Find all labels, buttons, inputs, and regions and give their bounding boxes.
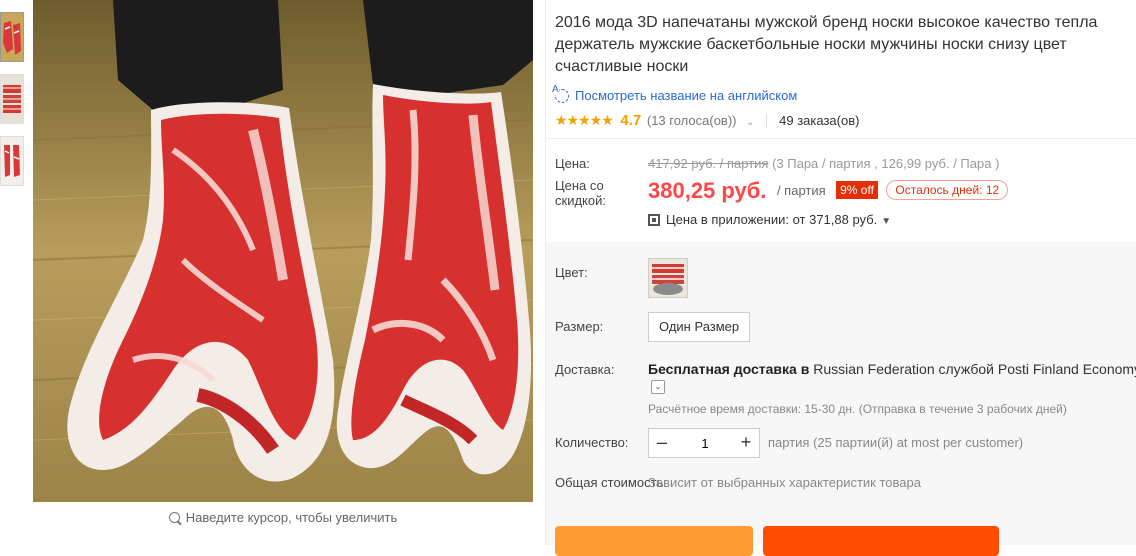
translate-link[interactable]: Посмотреть название на английском	[552, 85, 798, 103]
caret-down-icon: ▼	[881, 216, 892, 227]
quantity-stepper: – +	[648, 428, 760, 458]
product-title: 2016 мода 3D напечатаны мужской бренд но…	[555, 14, 1098, 75]
thumbnail-3[interactable]	[0, 136, 24, 186]
zoom-hint-text: Наведите курсор, чтобы увеличить	[185, 510, 398, 525]
old-price-note: (3 Пара / партия , 126,99 руб. / Пара )	[768, 156, 1000, 171]
qr-code-icon	[648, 214, 660, 226]
color-swatch-meat[interactable]	[648, 258, 688, 298]
magnifier-icon	[168, 512, 180, 523]
zoom-hint: Наведите курсор, чтобы увеличить	[33, 510, 533, 525]
quantity-limit-note: партия (25 партии(й) at most per custome…	[768, 435, 1024, 450]
size-label: Размер:	[555, 319, 604, 334]
free-shipping-text: Бесплатная доставка в	[648, 361, 810, 377]
shipping-label: Доставка:	[555, 362, 615, 377]
old-price: 417,92 руб. / партия (3 Пара / партия , …	[648, 156, 999, 171]
color-swatch-image	[649, 259, 687, 297]
rating-stars-icon: ★★★★★	[555, 112, 614, 128]
shipping-info: Бесплатная доставка в Russian Federation…	[648, 361, 1136, 377]
days-left-badge: Осталось дней: 12	[886, 180, 1009, 200]
thumbnail-2-image	[1, 75, 23, 123]
current-price: 380,25 руб.	[648, 178, 767, 203]
thumbnail-1[interactable]	[0, 12, 24, 62]
app-price-text: Цена в приложении: от 371,88 руб.	[666, 212, 878, 227]
options-block	[546, 242, 1136, 545]
quantity-decrease-button[interactable]: –	[649, 429, 675, 457]
add-to-cart-button[interactable]	[763, 526, 999, 556]
meat-socks-photo	[33, 0, 533, 502]
orders-count: 49 заказа(ов)	[766, 113, 860, 128]
rating-votes[interactable]: (13 голоса(ов))	[647, 113, 737, 128]
total-cost-note: Зависит от выбранных характеристик товар…	[648, 475, 921, 490]
translate-icon	[552, 85, 569, 103]
thumbnail-2[interactable]	[0, 74, 24, 124]
thumbnail-1-image	[1, 13, 23, 61]
size-option-one-size[interactable]: Один Размер	[648, 312, 751, 342]
price-unit: / партия	[776, 183, 826, 198]
divider	[546, 138, 1136, 139]
thumbnail-3-image	[1, 137, 23, 185]
discount-badge: 9% off	[836, 181, 878, 199]
shipping-expand-icon[interactable]: ⌄	[651, 380, 665, 394]
old-price-value: 417,92 руб. / партия	[648, 156, 769, 171]
rating-row: ★★★★★ 4.7 (13 голоса(ов)) ⌄ 49 заказа(ов…	[555, 112, 860, 129]
price-label: Цена:	[555, 156, 590, 171]
current-price-row: 380,25 руб. / партия 9% off Осталось дне…	[648, 178, 1009, 204]
buy-now-button[interactable]	[555, 526, 753, 556]
quantity-increase-button[interactable]: +	[733, 429, 759, 457]
thumbnail-list	[0, 12, 24, 198]
product-info-panel: 2016 мода 3D напечатаны мужской бренд но…	[545, 0, 1136, 556]
delivery-time: Расчётное время доставки: 15-30 дн. (Отп…	[648, 402, 1067, 416]
shipping-method[interactable]: Russian Federation службой Posti Finland…	[809, 361, 1136, 377]
rating-value: 4.7	[620, 112, 642, 129]
quantity-label: Количество:	[555, 435, 629, 450]
app-price[interactable]: Цена в приложении: от 371,88 руб. ▼	[648, 212, 891, 227]
product-main-image[interactable]	[33, 0, 533, 502]
discount-price-label: Цена со скидкой:	[555, 178, 606, 208]
translate-link-text: Посмотреть название на английском	[575, 88, 798, 103]
color-label: Цвет:	[555, 265, 588, 280]
quantity-input[interactable]	[677, 431, 733, 455]
chevron-down-icon[interactable]: ⌄	[746, 117, 754, 128]
